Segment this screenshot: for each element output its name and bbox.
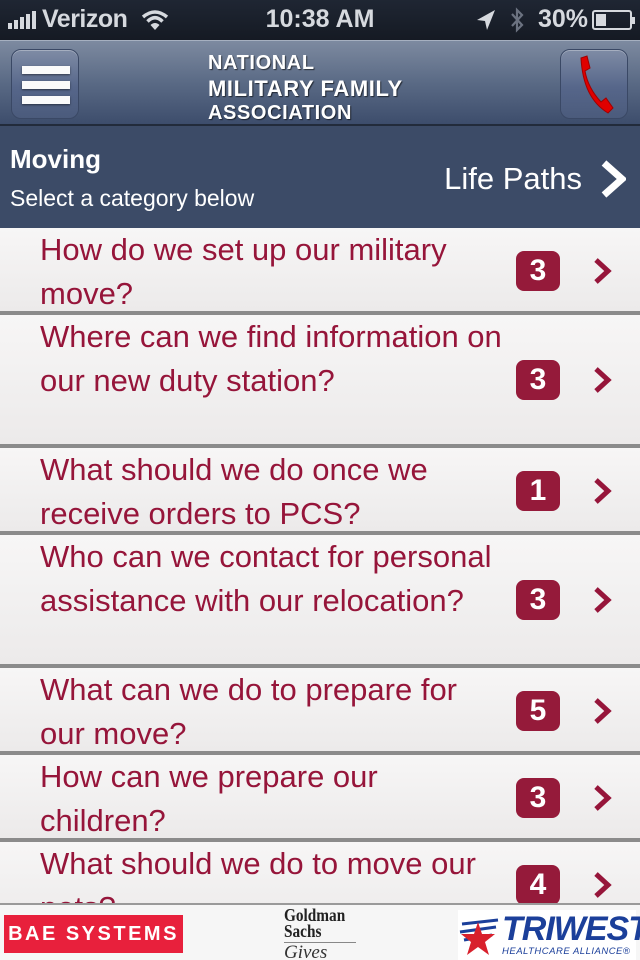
call-button[interactable] xyxy=(560,49,628,119)
question-text: What should we do once we receive orders… xyxy=(40,452,428,531)
section-header: Moving Select a category below Life Path… xyxy=(0,126,640,228)
question-text: Where can we find information on our new… xyxy=(40,319,502,398)
menu-button[interactable] xyxy=(11,49,79,119)
list-item[interactable]: How do we set up our military move? 3 xyxy=(0,228,640,315)
battery-percent: 30% xyxy=(537,5,588,33)
page-subtitle: Select a category below xyxy=(10,185,255,211)
chevron-right-icon xyxy=(601,160,626,198)
battery-icon xyxy=(592,9,635,30)
chevron-right-icon xyxy=(594,698,612,724)
count-badge: 3 xyxy=(516,580,560,620)
status-bar: Verizon 10:38 AM 30% xyxy=(0,0,640,40)
goldman-sachs-gives-logo[interactable]: Goldman Sachs Gives xyxy=(284,906,356,960)
life-paths-label: Life Paths xyxy=(444,161,582,196)
question-text: How can we prepare our children? xyxy=(40,759,378,838)
page-title: Moving xyxy=(10,144,101,174)
chevron-right-icon xyxy=(594,872,612,898)
nmfa-logo: NATIONAL MILITARY FAMILY ASSOCIATION xyxy=(208,52,403,124)
question-text: Who can we contact for personal assistan… xyxy=(40,539,492,618)
sponsor-footer: BAE SYSTEMS Goldman Sachs Gives TRIWEST … xyxy=(0,903,640,960)
star-icon xyxy=(459,918,499,955)
chevron-right-icon xyxy=(594,258,612,284)
list-item[interactable]: How can we prepare our children? 3 xyxy=(0,755,640,842)
question-text: How do we set up our military move? xyxy=(40,232,447,311)
list-item[interactable]: What should we do once we receive orders… xyxy=(0,448,640,535)
nav-bar: NATIONAL MILITARY FAMILY ASSOCIATION xyxy=(0,40,640,126)
count-badge: 1 xyxy=(516,471,560,511)
count-badge: 3 xyxy=(516,778,560,818)
count-badge: 4 xyxy=(516,865,560,905)
chevron-right-icon xyxy=(594,367,612,393)
list-item[interactable]: Where can we find information on our new… xyxy=(0,315,640,448)
list-item[interactable]: What can we do to prepare for our move? … xyxy=(0,668,640,755)
count-badge: 3 xyxy=(516,360,560,400)
triwest-logo[interactable]: TRIWEST HEALTHCARE ALLIANCE® xyxy=(458,910,640,960)
count-badge: 5 xyxy=(516,691,560,731)
chevron-right-icon xyxy=(594,785,612,811)
bluetooth-icon xyxy=(511,6,524,33)
bae-systems-logo[interactable]: BAE SYSTEMS xyxy=(4,915,183,953)
chevron-right-icon xyxy=(594,587,612,613)
list-item[interactable]: Who can we contact for personal assistan… xyxy=(0,535,640,668)
location-icon xyxy=(476,9,495,30)
phone-icon xyxy=(580,55,614,114)
life-paths-button[interactable]: Life Paths xyxy=(444,160,626,198)
chevron-right-icon xyxy=(594,478,612,504)
question-text: What can we do to prepare for our move? xyxy=(40,672,458,751)
count-badge: 3 xyxy=(516,251,560,291)
